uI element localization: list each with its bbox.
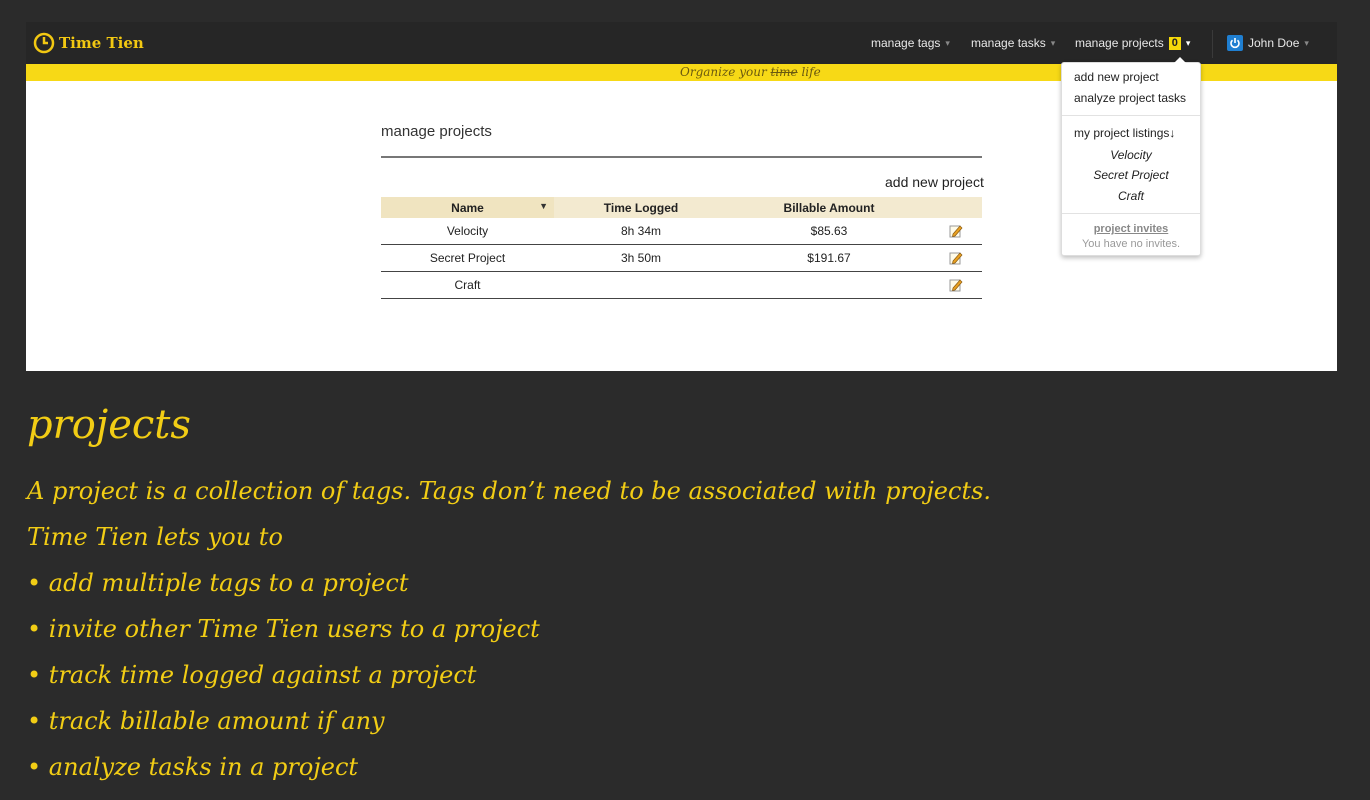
menu-project-item[interactable]: Secret Project xyxy=(1062,168,1200,182)
menu-item-add-new-project[interactable]: add new project xyxy=(1074,70,1159,84)
app-window: Time Tien manage tags ▾ manage tasks ▾ m… xyxy=(26,22,1337,371)
menu-item-analyze-project-tasks[interactable]: analyze project tasks xyxy=(1074,91,1186,105)
cell-project-name[interactable]: Craft xyxy=(381,271,554,299)
caption-title: projects xyxy=(27,402,191,448)
no-invites-message: You have no invites. xyxy=(1081,238,1181,250)
tagline: Organize your time life xyxy=(680,64,821,81)
menu-project-item[interactable]: Velocity xyxy=(1062,148,1200,162)
nav-manage-projects-label: manage projects xyxy=(1075,36,1164,50)
nav-manage-tasks-label: manage tasks xyxy=(971,36,1046,50)
cell-billable-amount: $85.63 xyxy=(728,218,930,245)
navbar: Time Tien manage tags ▾ manage tasks ▾ m… xyxy=(26,22,1337,64)
table-row[interactable]: Secret Project 3h 50m $191.67 xyxy=(381,244,982,272)
edit-icon[interactable] xyxy=(949,278,963,292)
menu-divider xyxy=(1062,213,1200,214)
caption-bullet: • track time logged against a project xyxy=(27,661,477,689)
cell-time-logged xyxy=(554,271,728,299)
dropdown-arrow xyxy=(1174,57,1186,63)
column-header-actions xyxy=(930,197,982,218)
nav-divider xyxy=(1212,30,1213,58)
nav-manage-tags[interactable]: manage tags ▾ xyxy=(871,36,950,50)
tagline-struck-word: time xyxy=(770,65,798,79)
caption-bullet: • add multiple tags to a project xyxy=(27,569,409,597)
caption-bullet: • track billable amount if any xyxy=(27,707,385,735)
cell-project-name[interactable]: Secret Project xyxy=(381,244,554,272)
column-header-time-logged[interactable]: Time Logged xyxy=(554,197,728,218)
brand-name: Time Tien xyxy=(59,34,144,52)
cell-actions xyxy=(930,218,982,245)
menu-divider xyxy=(1062,115,1200,116)
chevron-down-icon: ▾ xyxy=(1304,37,1309,48)
user-menu[interactable]: John Doe ▾ xyxy=(1227,35,1309,51)
menu-project-invites[interactable]: project invites xyxy=(1062,223,1200,235)
projects-count-badge: 0 xyxy=(1168,36,1181,50)
tagline-prefix: Organize your xyxy=(680,65,771,79)
brand-logo[interactable]: Time Tien xyxy=(33,31,144,55)
cell-billable-amount: $191.67 xyxy=(728,244,930,272)
caption-bullet: • analyze tasks in a project xyxy=(27,753,359,781)
column-header-billable-amount[interactable]: Billable Amount xyxy=(728,197,930,218)
cell-actions xyxy=(930,271,982,299)
add-new-project-link[interactable]: add new project xyxy=(885,174,984,190)
cell-time-logged: 3h 50m xyxy=(554,244,728,272)
table-header-row: Name ▼ Time Logged Billable Amount xyxy=(381,197,982,218)
clock-icon xyxy=(33,32,55,54)
menu-my-project-listings[interactable]: my project listings↓ xyxy=(1074,126,1175,140)
page-title: manage projects xyxy=(381,123,492,140)
caption-line: A project is a collection of tags. Tags … xyxy=(27,477,992,505)
projects-dropdown-menu: add new project analyze project tasks my… xyxy=(1061,57,1201,256)
title-divider xyxy=(381,156,982,158)
tagline-suffix: life xyxy=(797,65,821,79)
edit-icon[interactable] xyxy=(949,251,963,265)
menu-project-item[interactable]: Craft xyxy=(1062,189,1200,203)
caption-bullet: • invite other Time Tien users to a proj… xyxy=(27,615,540,643)
nav-manage-projects[interactable]: manage projects 0 ▾ xyxy=(1075,36,1190,50)
column-header-name-label: Name xyxy=(451,200,484,215)
caption-line: Time Tien lets you to xyxy=(27,523,283,551)
cell-billable-amount xyxy=(728,271,930,299)
column-header-name[interactable]: Name ▼ xyxy=(381,197,554,218)
edit-icon[interactable] xyxy=(949,224,963,238)
cell-actions xyxy=(930,244,982,272)
nav-manage-tasks[interactable]: manage tasks ▾ xyxy=(971,36,1055,50)
power-icon xyxy=(1227,35,1243,51)
user-name: John Doe xyxy=(1248,36,1300,50)
cell-time-logged: 8h 34m xyxy=(554,218,728,245)
nav-manage-tags-label: manage tags xyxy=(871,36,941,50)
projects-table: Name ▼ Time Logged Billable Amount Veloc… xyxy=(381,197,982,299)
chevron-down-icon: ▾ xyxy=(945,37,950,48)
sort-caret-icon: ▼ xyxy=(539,201,548,211)
table-row[interactable]: Velocity 8h 34m $85.63 xyxy=(381,218,982,245)
chevron-down-icon: ▾ xyxy=(1185,37,1191,48)
table-row[interactable]: Craft xyxy=(381,271,982,299)
cell-project-name[interactable]: Velocity xyxy=(381,218,554,245)
chevron-down-icon: ▾ xyxy=(1050,37,1056,48)
